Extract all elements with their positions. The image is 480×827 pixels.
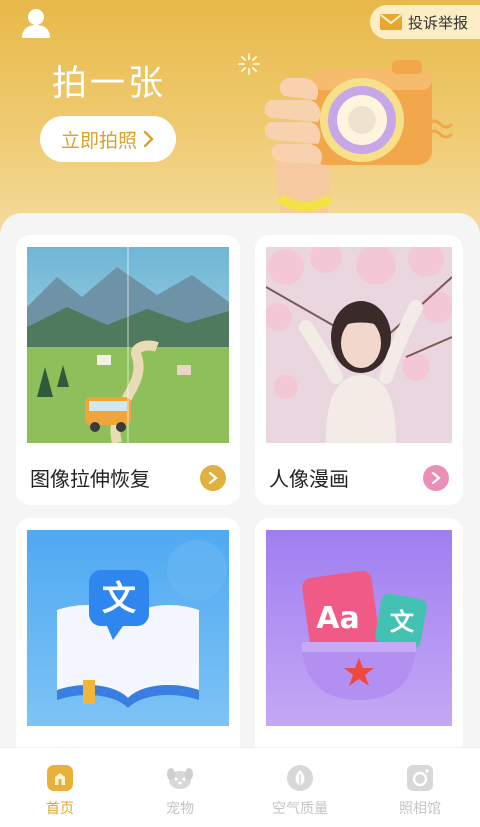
tab-label: 空气质量 <box>272 801 328 817</box>
feature-panel: 图像拉伸恢复 人像漫画 文 Aa 文 <box>0 213 480 768</box>
header-banner: 投诉举报 拍一张 立即拍照 <box>0 0 480 240</box>
bottom-tab-bar: 首页 宠物 空气质量 照相馆 <box>0 747 480 827</box>
tab-air-quality[interactable]: 空气质量 <box>240 748 360 827</box>
letter-basket-illustration: Aa 文 <box>266 530 452 726</box>
tab-pet[interactable]: 宠物 <box>120 748 240 827</box>
portrait-thumbnail <box>266 247 452 443</box>
svg-text:文: 文 <box>102 579 136 619</box>
pet-icon <box>167 768 193 789</box>
user-avatar-icon[interactable] <box>20 7 52 39</box>
svg-text:文: 文 <box>390 608 415 636</box>
page-title: 拍一张 <box>52 64 167 104</box>
svg-text:Aa: Aa <box>316 601 359 636</box>
card-label: 图像拉伸恢复 <box>30 467 150 491</box>
report-label: 投诉举报 <box>408 13 469 32</box>
tab-label: 宠物 <box>166 801 194 817</box>
chevron-right-icon <box>431 472 441 484</box>
tab-label: 首页 <box>46 801 74 817</box>
feature-card-text-recognition[interactable]: Aa 文 <box>255 518 463 768</box>
tab-photo-studio[interactable]: 照相馆 <box>360 748 480 827</box>
mail-icon <box>380 14 402 30</box>
leaf-icon <box>287 765 313 791</box>
tab-home[interactable]: 首页 <box>0 748 120 827</box>
chevron-right-icon <box>208 472 218 484</box>
arrow-button[interactable] <box>200 465 226 491</box>
camera-icon <box>407 765 433 791</box>
arrow-button[interactable] <box>423 465 449 491</box>
translate-book-illustration: 文 <box>27 530 229 726</box>
tab-label: 照相馆 <box>399 801 441 817</box>
take-photo-button[interactable]: 立即拍照 <box>40 116 176 162</box>
feature-card-image-restore[interactable]: 图像拉伸恢复 <box>16 235 240 505</box>
report-button[interactable]: 投诉举报 <box>370 5 480 39</box>
hand-camera-illustration <box>264 60 454 218</box>
home-icon <box>47 765 73 791</box>
take-photo-label: 立即拍照 <box>60 129 137 152</box>
card-label: 人像漫画 <box>269 467 349 491</box>
landscape-thumbnail <box>27 247 229 443</box>
chevron-right-icon <box>143 130 154 148</box>
feature-card-portrait-comic[interactable]: 人像漫画 <box>255 235 463 505</box>
feature-card-translate[interactable]: 文 <box>16 518 240 768</box>
